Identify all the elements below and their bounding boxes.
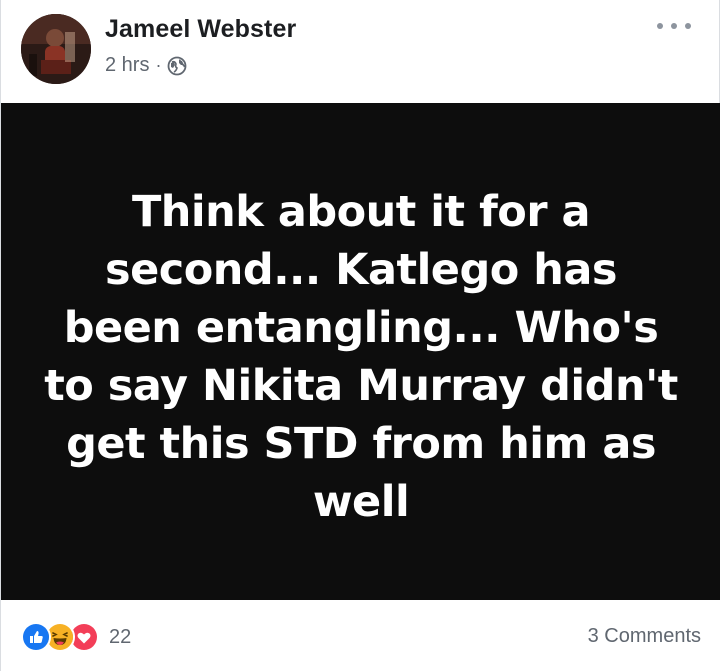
more-options-button[interactable] xyxy=(657,16,691,36)
meta-separator: · xyxy=(155,55,162,75)
dot-icon xyxy=(657,23,663,29)
avatar[interactable] xyxy=(21,14,91,84)
globe-icon[interactable] xyxy=(167,56,187,76)
dot-icon xyxy=(671,23,677,29)
post-meta: 2 hrs · xyxy=(105,54,187,77)
post-image[interactable]: Think about it for a second... Katlego h… xyxy=(1,103,720,600)
dot-icon xyxy=(685,23,691,29)
post-header: Jameel Webster 2 hrs · xyxy=(1,0,720,103)
like-icon xyxy=(21,622,51,652)
reaction-count: 22 xyxy=(109,625,132,648)
post-card: Jameel Webster 2 hrs · Think about it fo… xyxy=(0,0,720,671)
reactions-summary[interactable]: 22 xyxy=(21,622,131,652)
comments-link[interactable]: 3 Comments xyxy=(588,625,701,648)
post-timestamp[interactable]: 2 hrs xyxy=(105,54,149,77)
author-name[interactable]: Jameel Webster xyxy=(105,15,296,44)
image-text: Think about it for a second... Katlego h… xyxy=(44,186,678,527)
post-footer: 22 3 Comments xyxy=(1,600,720,671)
